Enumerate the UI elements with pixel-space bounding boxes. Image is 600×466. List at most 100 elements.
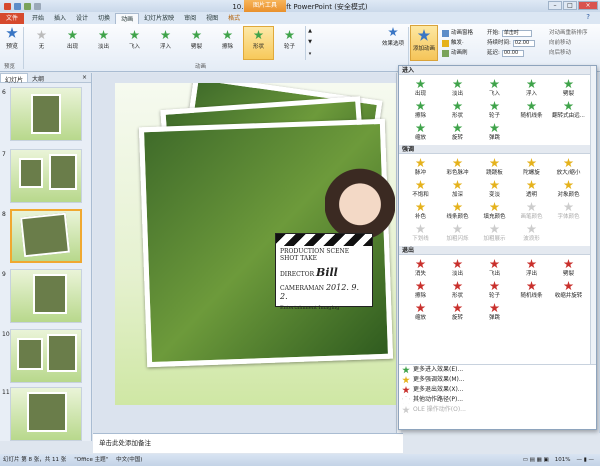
exit-effect-item[interactable]: 淡出 <box>439 257 476 279</box>
maximize-button[interactable]: □ <box>563 1 577 10</box>
more-exit-effects[interactable]: 更多退出效果(X)... <box>399 385 596 395</box>
emphasis-effect-item[interactable]: 加粗展示 <box>476 222 513 244</box>
emphasis-effect-item[interactable]: 变淡 <box>476 178 513 200</box>
entrance-effect-item[interactable]: 旋转 <box>439 121 476 143</box>
exit-effect-item[interactable]: 劈裂 <box>550 257 587 279</box>
tab-design[interactable]: 设计 <box>71 13 93 24</box>
entrance-effect-item[interactable]: 飞入 <box>476 77 513 99</box>
emphasis-effect-item[interactable]: 线条颜色 <box>439 200 476 222</box>
gallery-item-wipe[interactable]: 擦除 <box>212 26 243 60</box>
tab-slideshow[interactable]: 幻灯片放映 <box>139 13 179 24</box>
ole-action-verbs[interactable]: OLE 操作动作(O)... <box>399 405 596 415</box>
delay-input[interactable]: 00.00 <box>501 49 524 57</box>
emphasis-effect-item[interactable]: 跷跷板 <box>476 156 513 178</box>
start-select[interactable]: 单击时 <box>501 29 532 37</box>
gallery-item-fade[interactable]: 淡出 <box>88 26 119 60</box>
tab-animations[interactable]: 动画 <box>115 13 140 24</box>
entrance-effect-item[interactable]: 轮子 <box>476 99 513 121</box>
exit-effect-item[interactable]: 轮子 <box>476 279 513 301</box>
minimize-button[interactable]: – <box>548 1 562 10</box>
emphasis-effect-item[interactable]: 字体颜色 <box>550 200 587 222</box>
emphasis-effect-item[interactable]: 不饱和 <box>402 178 439 200</box>
tab-slides[interactable]: 幻灯片 <box>0 73 29 84</box>
slide-thumbnail-10[interactable] <box>10 329 82 383</box>
zoom-slider[interactable]: — ▮ — <box>576 454 594 466</box>
move-earlier-button[interactable]: 向前移动 <box>549 38 588 48</box>
exit-effect-item[interactable]: 旋转 <box>439 301 476 323</box>
animation-pane-button[interactable]: 动画窗格 <box>442 28 473 38</box>
help-icon[interactable]: ? <box>586 13 590 21</box>
trigger-button[interactable]: 触发· <box>442 38 473 48</box>
emphasis-effect-item[interactable]: 画笔颜色 <box>513 200 550 222</box>
emphasis-effect-item[interactable]: 脉冲 <box>402 156 439 178</box>
duration-input[interactable]: 02.00 <box>512 39 535 47</box>
slide-thumbnail-6[interactable] <box>10 87 82 141</box>
panel-close-icon[interactable]: × <box>78 73 91 82</box>
emphasis-effect-item[interactable]: 加粗闪烁 <box>439 222 476 244</box>
animation-painter-button[interactable]: 动画刷 <box>442 48 473 58</box>
exit-effect-item[interactable]: 消失 <box>402 257 439 279</box>
emphasis-effect-item[interactable]: 补色 <box>402 200 439 222</box>
exit-effect-item[interactable]: 缩放 <box>402 301 439 323</box>
tab-view[interactable]: 视图 <box>201 13 223 24</box>
entrance-effect-item[interactable]: 翻转式由远... <box>550 99 587 121</box>
entrance-effect-item[interactable]: 出现 <box>402 77 439 99</box>
tab-insert[interactable]: 插入 <box>49 13 71 24</box>
entrance-effect-item[interactable]: 劈裂 <box>550 77 587 99</box>
tab-format[interactable]: 格式 <box>223 13 245 24</box>
gallery-item-appear[interactable]: 出现 <box>57 26 88 60</box>
emphasis-effect-item[interactable]: 陀螺旋 <box>513 156 550 178</box>
entrance-effect-item[interactable]: 弹跳 <box>476 121 513 143</box>
add-animation-button[interactable]: 添加动画 <box>410 25 438 61</box>
exit-effect-item[interactable]: 收缩并旋转 <box>550 279 587 301</box>
dropdown-scrollbar[interactable] <box>590 66 596 364</box>
exit-effect-item[interactable]: 弹跳 <box>476 301 513 323</box>
slide-thumbnail-9[interactable] <box>10 269 82 323</box>
gallery-item-none[interactable]: 无 <box>26 26 57 60</box>
entrance-effect-item[interactable]: 浮入 <box>513 77 550 99</box>
gallery-item-fly-in[interactable]: 飞入 <box>119 26 150 60</box>
notes-pane[interactable]: 单击此处添加备注 <box>93 433 403 453</box>
gallery-item-split[interactable]: 劈裂 <box>181 26 212 60</box>
entrance-effect-item[interactable]: 随机线条 <box>513 99 550 121</box>
exit-effect-item[interactable]: 飞出 <box>476 257 513 279</box>
slide-thumbnail-8[interactable] <box>10 209 82 263</box>
emphasis-effect-item[interactable]: 填充颜色 <box>476 200 513 222</box>
close-button[interactable]: × <box>578 1 598 10</box>
emphasis-effect-item[interactable]: 彩色脉冲 <box>439 156 476 178</box>
tab-file[interactable]: 文件 <box>0 13 24 24</box>
more-motion-paths[interactable]: 其他动作路径(P)... <box>399 395 596 405</box>
emphasis-effect-item[interactable]: 下划线 <box>402 222 439 244</box>
gallery-item-float-in[interactable]: 浮入 <box>150 26 181 60</box>
tab-transitions[interactable]: 切换 <box>93 13 115 24</box>
emphasis-effect-item[interactable]: 波浪形 <box>513 222 550 244</box>
current-slide[interactable]: PRODUCTION SCENE SHOT TAKE DIRECTOR Bill… <box>115 83 397 405</box>
exit-effect-item[interactable]: 随机线条 <box>513 279 550 301</box>
slide-thumbnail-11[interactable] <box>10 387 82 441</box>
more-entrance-effects[interactable]: 更多进入效果(E)... <box>399 365 596 375</box>
emphasis-effect-item[interactable]: 对象颜色 <box>550 178 587 200</box>
entrance-effect-item[interactable]: 形状 <box>439 99 476 121</box>
tab-home[interactable]: 开始 <box>27 13 49 24</box>
slide-editor[interactable]: PRODUCTION SCENE SHOT TAKE DIRECTOR Bill… <box>93 73 397 433</box>
exit-effect-item[interactable]: 形状 <box>439 279 476 301</box>
emphasis-effect-item[interactable]: 加深 <box>439 178 476 200</box>
effect-options-button[interactable]: 效果选项 <box>378 27 408 47</box>
view-buttons[interactable]: ▭ ▤ ▦ ▣ <box>523 454 549 466</box>
emphasis-effect-item[interactable]: 放大/缩小 <box>550 156 587 178</box>
more-emphasis-effects[interactable]: 更多强调效果(M)... <box>399 375 596 385</box>
preview-button[interactable]: 预览 <box>3 27 21 50</box>
move-later-button[interactable]: 向后移动 <box>549 48 588 58</box>
entrance-effect-item[interactable]: 淡出 <box>439 77 476 99</box>
slide-thumbnail-7[interactable] <box>10 149 82 203</box>
entrance-effect-item[interactable]: 擦除 <box>402 99 439 121</box>
exit-effect-item[interactable]: 擦除 <box>402 279 439 301</box>
exit-effect-item[interactable]: 浮出 <box>513 257 550 279</box>
gallery-item-wheel[interactable]: 轮子 <box>274 26 305 60</box>
gallery-scroll[interactable]: ▲ ▼ ▾ <box>305 26 314 60</box>
tab-outline[interactable]: 大纲 <box>28 73 48 83</box>
gallery-item-shape[interactable]: 形状 <box>243 26 274 60</box>
emphasis-effect-item[interactable]: 透明 <box>513 178 550 200</box>
entrance-effect-item[interactable]: 缩放 <box>402 121 439 143</box>
tab-review[interactable]: 审阅 <box>179 13 201 24</box>
